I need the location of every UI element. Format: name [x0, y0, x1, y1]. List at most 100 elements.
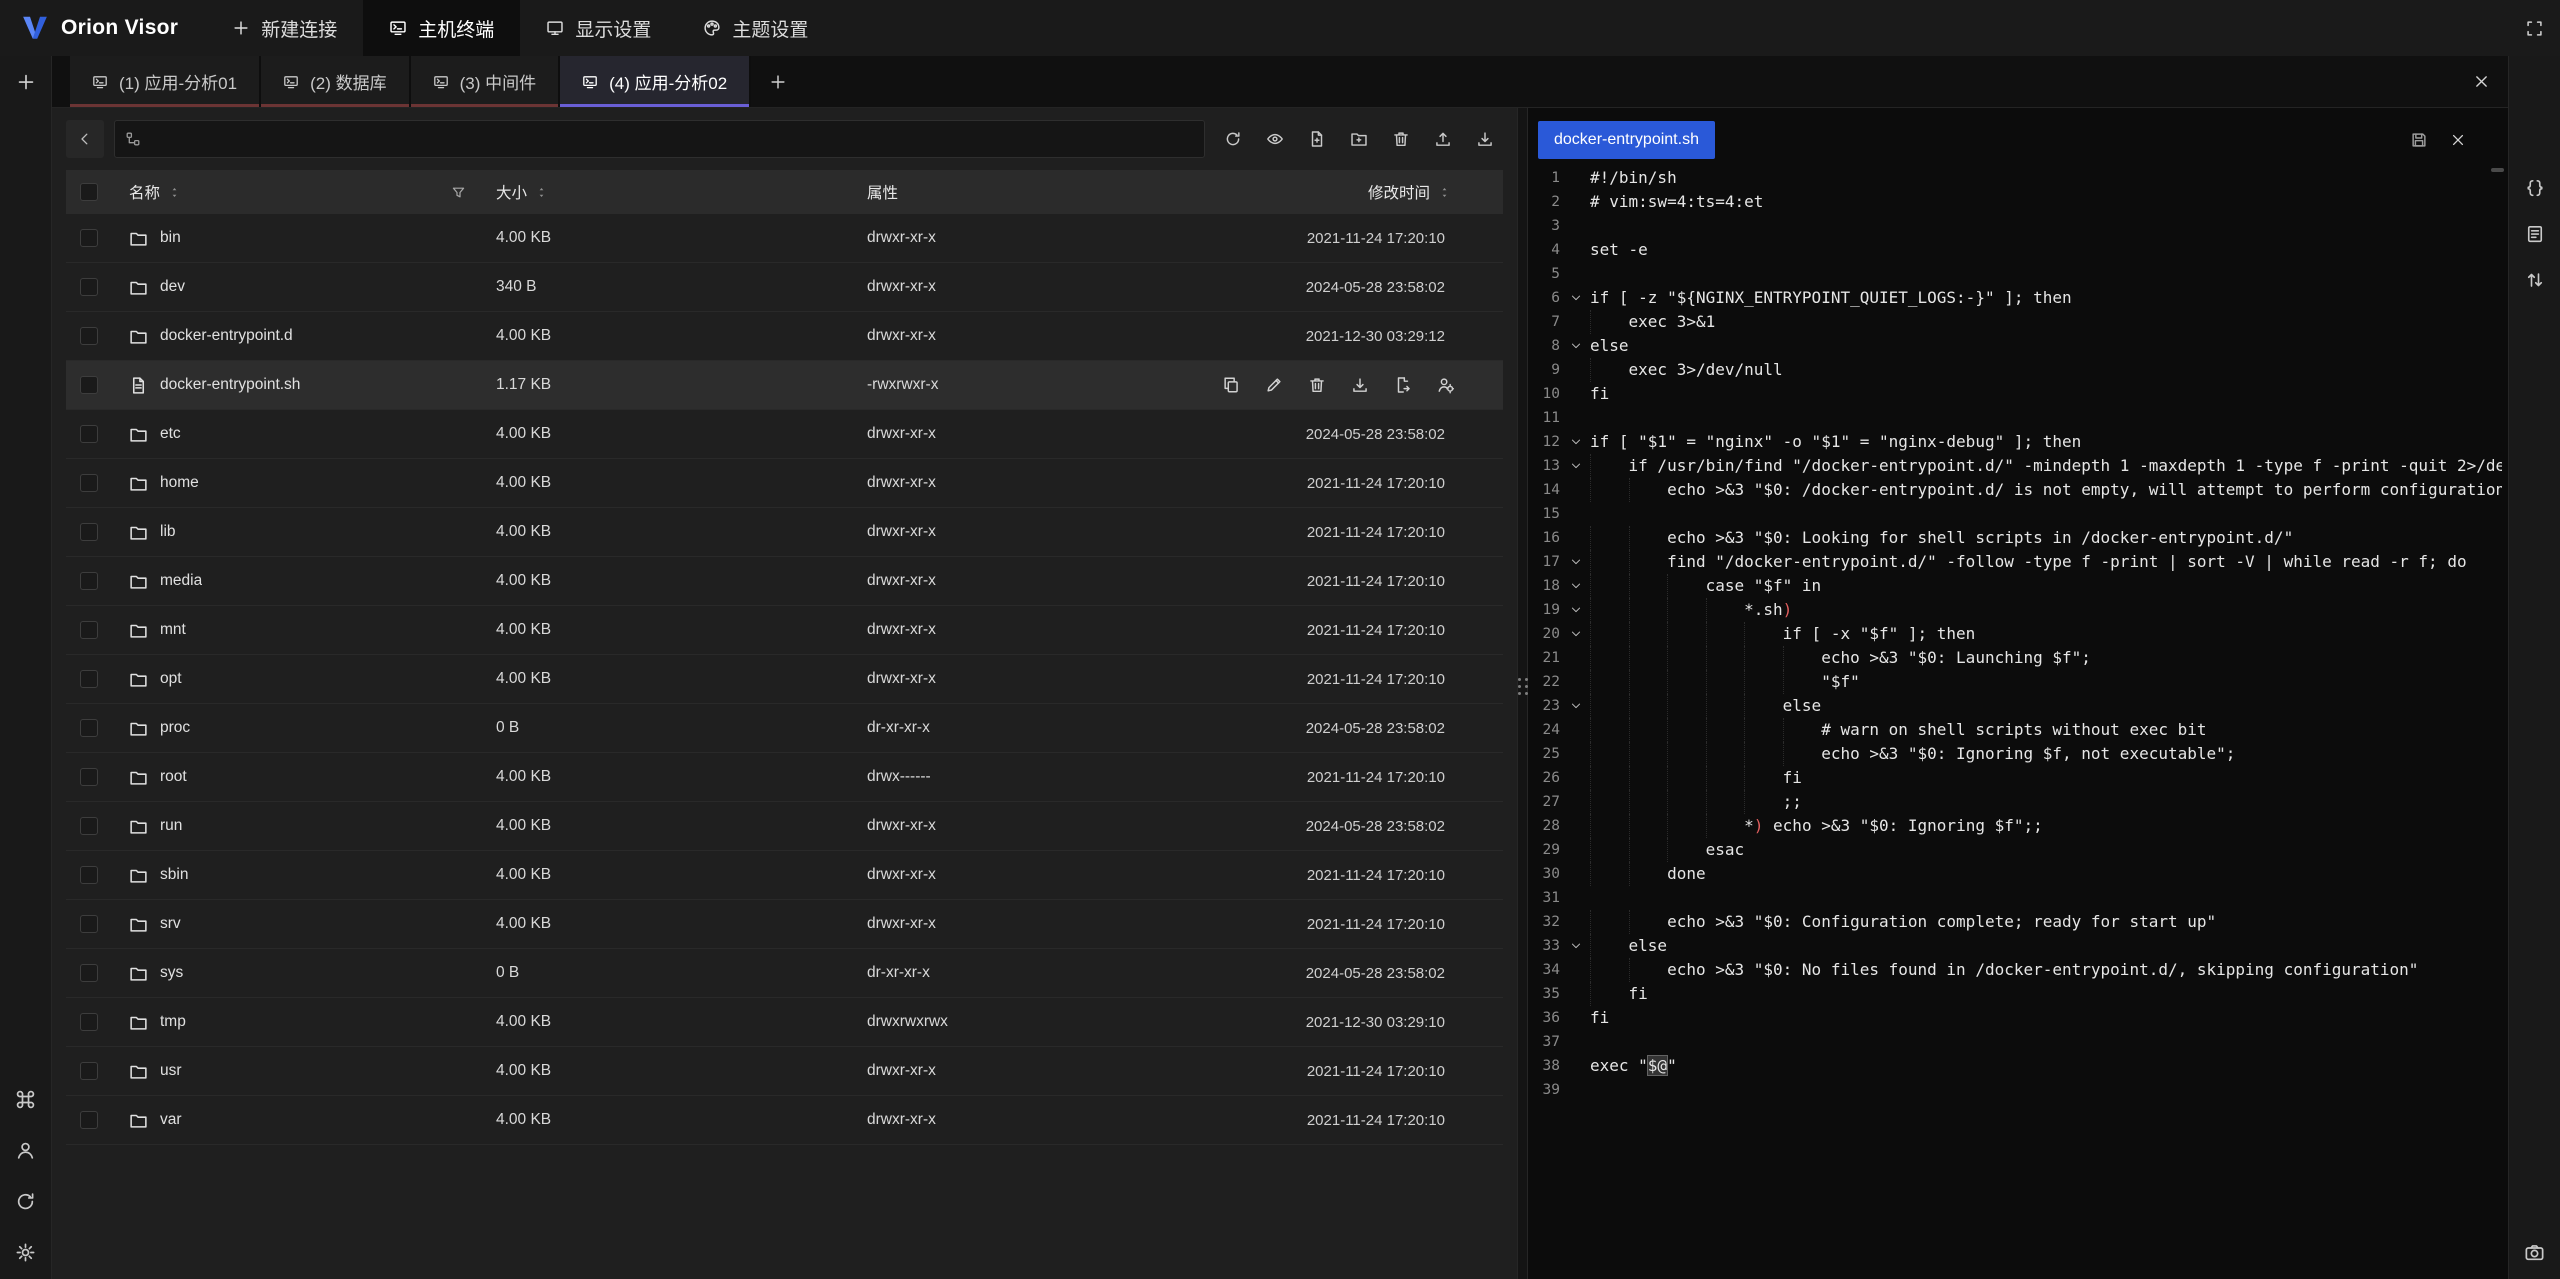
file-row-lib[interactable]: lib4.00 KBdrwxr-xr-x2021-11-24 17:20:10 — [66, 508, 1503, 557]
row-checkbox[interactable] — [80, 1062, 98, 1080]
refresh-button[interactable] — [1215, 121, 1251, 157]
file-move-button[interactable] — [1394, 376, 1412, 394]
row-checkbox[interactable] — [80, 719, 98, 737]
column-header-mtime[interactable]: 修改时间 — [1177, 181, 1503, 203]
file-row-sbin[interactable]: sbin4.00 KBdrwxr-xr-x2021-11-24 17:20:10 — [66, 851, 1503, 900]
file-row-usr[interactable]: usr4.00 KBdrwxr-xr-x2021-11-24 17:20:10 — [66, 1047, 1503, 1096]
column-header-size[interactable]: 大小 — [496, 181, 867, 203]
file-delete-button[interactable] — [1308, 376, 1326, 394]
brand[interactable]: Orion Visor — [0, 0, 206, 56]
file-row-etc[interactable]: etc4.00 KBdrwxr-xr-x2024-05-28 23:58:02 — [66, 410, 1503, 459]
menu-display-settings[interactable]: 显示设置 — [520, 0, 677, 56]
row-checkbox[interactable] — [80, 1111, 98, 1129]
screenshot-button[interactable] — [2524, 1242, 2545, 1263]
row-checkbox[interactable] — [80, 817, 98, 835]
column-header-name[interactable]: 名称 — [116, 181, 496, 203]
row-checkbox[interactable] — [80, 523, 98, 541]
file-edit-button[interactable] — [1265, 376, 1283, 394]
file-row-docker-entrypoint.d[interactable]: docker-entrypoint.d4.00 KBdrwxr-xr-x2021… — [66, 312, 1503, 361]
terminal-tab-2[interactable]: (2) 数据库 — [261, 56, 411, 107]
file-row-proc[interactable]: proc0 Bdr-xr-xr-x2024-05-28 23:58:02 — [66, 704, 1503, 753]
variables-button[interactable] — [2525, 178, 2545, 198]
new-tab-button[interactable] — [751, 56, 805, 107]
fold-toggle[interactable] — [1562, 934, 1590, 958]
file-row-var[interactable]: var4.00 KBdrwxr-xr-x2021-11-24 17:20:10 — [66, 1096, 1503, 1145]
row-checkbox[interactable] — [80, 866, 98, 884]
path-input[interactable] — [114, 120, 1205, 158]
save-button[interactable] — [2410, 131, 2428, 149]
close-panel-button[interactable] — [2473, 56, 2490, 107]
delete-button[interactable] — [1383, 121, 1419, 157]
column-header-attr[interactable]: 属性 — [867, 181, 1177, 203]
file-row-dev[interactable]: dev340 Bdrwxr-xr-x2024-05-28 23:58:02 — [66, 263, 1503, 312]
panel-splitter[interactable] — [1517, 108, 1528, 1279]
file-row-home[interactable]: home4.00 KBdrwxr-xr-x2021-11-24 17:20:10 — [66, 459, 1503, 508]
sync-button[interactable] — [15, 1191, 36, 1212]
file-row-srv[interactable]: srv4.00 KBdrwxr-xr-x2021-11-24 17:20:10 — [66, 900, 1503, 949]
row-checkbox[interactable] — [80, 915, 98, 933]
new-file-button[interactable] — [1299, 121, 1335, 157]
row-checkbox[interactable] — [80, 964, 98, 982]
filter-icon[interactable] — [451, 185, 466, 200]
editor-close-button[interactable] — [2450, 132, 2466, 148]
terminal-tab-4[interactable]: (4) 应用-分析02 — [560, 56, 751, 107]
rail-new-button[interactable] — [16, 72, 36, 92]
file-row-tmp[interactable]: tmp4.00 KBdrwxrwxrwx2021-12-30 03:29:10 — [66, 998, 1503, 1047]
fold-toggle[interactable] — [1562, 598, 1590, 622]
file-list-button[interactable] — [2525, 224, 2545, 244]
file-row-sys[interactable]: sys0 Bdr-xr-xr-x2024-05-28 23:58:02 — [66, 949, 1503, 998]
file-row-root[interactable]: root4.00 KBdrwx------2021-11-24 17:20:10 — [66, 753, 1503, 802]
fold-toggle[interactable] — [1562, 694, 1590, 718]
sort-icon[interactable] — [1438, 186, 1451, 199]
row-checkbox[interactable] — [80, 1013, 98, 1031]
row-checkbox[interactable] — [80, 670, 98, 688]
code-area[interactable]: 1#!/bin/sh2# vim:sw=4:ts=4:et34set -e56i… — [1528, 166, 2502, 1279]
menu-label: 新建连接 — [261, 15, 337, 42]
row-checkbox[interactable] — [80, 621, 98, 639]
fullscreen-button[interactable] — [2508, 0, 2560, 56]
file-row-bin[interactable]: bin4.00 KBdrwxr-xr-x2021-11-24 17:20:10 — [66, 214, 1503, 263]
menu-host-terminal[interactable]: 主机终端 — [363, 0, 520, 56]
select-all-checkbox[interactable] — [80, 183, 98, 201]
fold-toggle[interactable] — [1562, 622, 1590, 646]
row-checkbox[interactable] — [80, 327, 98, 345]
terminal-tab-1[interactable]: (1) 应用-分析01 — [70, 56, 261, 107]
transfer-button[interactable] — [2525, 270, 2545, 290]
file-row-media[interactable]: media4.00 KBdrwxr-xr-x2021-11-24 17:20:1… — [66, 557, 1503, 606]
file-row-opt[interactable]: opt4.00 KBdrwxr-xr-x2021-11-24 17:20:10 — [66, 655, 1503, 704]
menu-theme-settings[interactable]: 主题设置 — [677, 0, 834, 56]
terminal-tab-3[interactable]: (3) 中间件 — [411, 56, 561, 107]
file-row-mnt[interactable]: mnt4.00 KBdrwxr-xr-x2021-11-24 17:20:10 — [66, 606, 1503, 655]
sort-icon[interactable] — [168, 186, 181, 199]
commands-button[interactable] — [15, 1089, 36, 1110]
new-folder-button[interactable] — [1341, 121, 1377, 157]
user-button[interactable] — [15, 1140, 36, 1161]
file-copy-button[interactable] — [1222, 376, 1240, 394]
file-row-docker-entrypoint.sh[interactable]: docker-entrypoint.sh1.17 KB-rwxrwxr-x — [66, 361, 1503, 410]
back-button[interactable] — [66, 120, 104, 158]
fold-toggle[interactable] — [1562, 334, 1590, 358]
editor-file-tab[interactable]: docker-entrypoint.sh — [1538, 121, 1715, 159]
row-checkbox[interactable] — [80, 572, 98, 590]
row-checkbox[interactable] — [80, 425, 98, 443]
row-checkbox[interactable] — [80, 376, 98, 394]
download-button[interactable] — [1467, 121, 1503, 157]
row-checkbox[interactable] — [80, 229, 98, 247]
fold-toggle[interactable] — [1562, 574, 1590, 598]
fold-toggle[interactable] — [1562, 430, 1590, 454]
file-row-run[interactable]: run4.00 KBdrwxr-xr-x2024-05-28 23:58:02 — [66, 802, 1503, 851]
settings-button[interactable] — [15, 1242, 36, 1263]
row-checkbox[interactable] — [80, 768, 98, 786]
fold-toggle[interactable] — [1562, 286, 1590, 310]
upload-button[interactable] — [1425, 121, 1461, 157]
editor-scrollbar[interactable] — [2491, 168, 2504, 172]
file-permission-button[interactable] — [1437, 376, 1455, 394]
row-checkbox[interactable] — [80, 474, 98, 492]
file-download-button[interactable] — [1351, 376, 1369, 394]
row-checkbox[interactable] — [80, 278, 98, 296]
fold-toggle[interactable] — [1562, 550, 1590, 574]
preview-button[interactable] — [1257, 121, 1293, 157]
fold-toggle[interactable] — [1562, 454, 1590, 478]
sort-icon[interactable] — [535, 186, 548, 199]
menu-new-connection[interactable]: 新建连接 — [206, 0, 363, 56]
